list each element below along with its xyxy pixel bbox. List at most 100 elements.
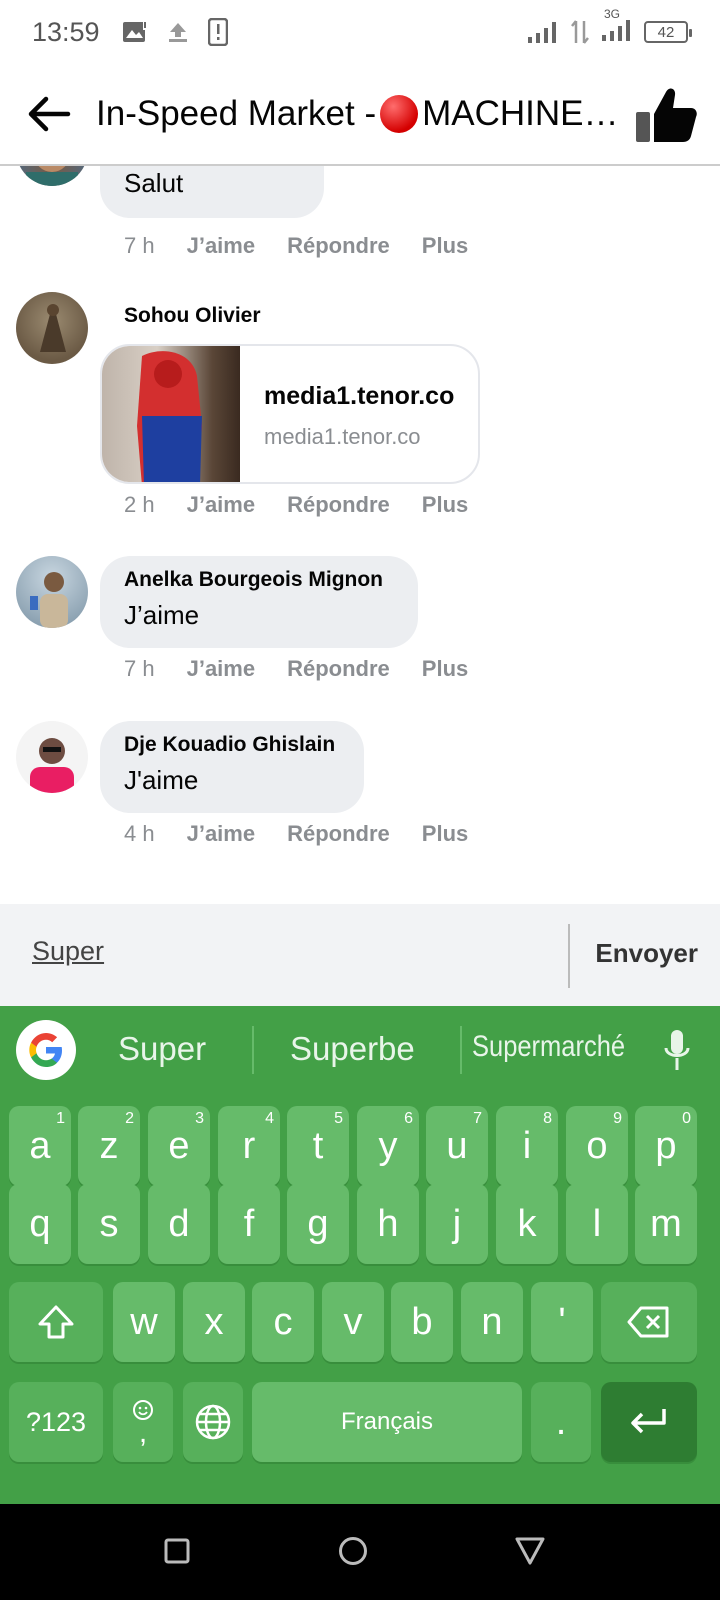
key-o[interactable]: o9 xyxy=(566,1106,628,1186)
comment-text: J'aime xyxy=(124,765,199,795)
key-q[interactable]: q xyxy=(9,1184,71,1264)
comment-input[interactable]: Super xyxy=(32,936,104,967)
comment-actions: 7 h J’aime Répondre Plus xyxy=(124,656,500,682)
key-a[interactable]: a1 xyxy=(9,1106,71,1186)
data-transfer-icon xyxy=(571,20,589,44)
thumbs-up-icon[interactable] xyxy=(636,86,698,144)
back-arrow-icon[interactable] xyxy=(24,89,74,139)
language-key[interactable] xyxy=(183,1382,243,1462)
key-y[interactable]: y6 xyxy=(357,1106,419,1186)
key-u[interactable]: u7 xyxy=(426,1106,488,1186)
status-time: 13:59 xyxy=(32,16,100,47)
home-icon[interactable] xyxy=(338,1536,368,1566)
key-label: z xyxy=(99,1124,119,1167)
avatar-photo-icon xyxy=(40,304,66,352)
symbols-key[interactable]: ?123 xyxy=(9,1382,103,1462)
key-label: j xyxy=(452,1202,462,1245)
key-x[interactable]: x xyxy=(183,1282,245,1362)
comment-actions: 7 h J’aime Répondre Plus xyxy=(124,233,500,259)
key-number-hint: 7 xyxy=(473,1110,482,1127)
key-m[interactable]: m xyxy=(635,1184,697,1264)
gif-thumbnail-icon xyxy=(137,351,202,482)
reply-link[interactable]: Répondre xyxy=(287,492,390,518)
shift-key[interactable] xyxy=(9,1282,103,1362)
like-link[interactable]: J’aime xyxy=(187,656,256,682)
period-key[interactable]: . xyxy=(531,1382,591,1462)
key-g[interactable]: g xyxy=(287,1184,349,1264)
avatar[interactable] xyxy=(16,556,88,628)
reply-link[interactable]: Répondre xyxy=(287,656,390,682)
emoji-comma-key[interactable]: , xyxy=(113,1382,173,1462)
comment-author[interactable]: Sohou Olivier xyxy=(124,304,261,328)
key-k[interactable]: k xyxy=(496,1184,558,1264)
key-h[interactable]: h xyxy=(357,1184,419,1264)
key-b[interactable]: b xyxy=(391,1282,453,1362)
enter-icon xyxy=(631,1409,666,1434)
suggestion-2[interactable]: Superbe xyxy=(290,1030,415,1068)
like-link[interactable]: J’aime xyxy=(187,821,256,847)
suggestion-strip: Super Superbe Supermarché xyxy=(0,1006,720,1098)
key-l[interactable]: l xyxy=(566,1184,628,1264)
key-label: o xyxy=(586,1124,608,1167)
key-p[interactable]: p0 xyxy=(635,1106,697,1186)
key-f[interactable]: f xyxy=(218,1184,280,1264)
key-s[interactable]: s xyxy=(78,1184,140,1264)
reply-link[interactable]: Répondre xyxy=(287,233,390,259)
microphone-icon[interactable] xyxy=(664,1028,690,1074)
status-bar: 13:59 3G 42 xyxy=(0,0,720,64)
comment-bubble: Dje Kouadio Ghislain J'aime xyxy=(100,721,364,813)
google-icon[interactable] xyxy=(16,1020,76,1080)
comment-author[interactable]: Dje Kouadio Ghislain xyxy=(124,733,340,757)
avatar[interactable] xyxy=(16,166,88,186)
key-z[interactable]: z2 xyxy=(78,1106,140,1186)
comment-actions: 4 h J’aime Répondre Plus xyxy=(124,821,500,847)
comment-author[interactable]: Anelka Bourgeois Mignon xyxy=(124,568,394,592)
space-key[interactable]: Français xyxy=(252,1382,522,1462)
more-link[interactable]: Plus xyxy=(422,656,468,682)
key-label: b xyxy=(411,1300,433,1343)
more-link[interactable]: Plus xyxy=(422,821,468,847)
key-c[interactable]: c xyxy=(252,1282,314,1362)
reply-link[interactable]: Répondre xyxy=(287,821,390,847)
back-icon[interactable] xyxy=(514,1536,546,1566)
key-r[interactable]: r4 xyxy=(218,1106,280,1186)
key-d[interactable]: d xyxy=(148,1184,210,1264)
like-link[interactable]: J’aime xyxy=(187,492,256,518)
page-title-prefix: In-Speed Market - xyxy=(96,94,377,133)
key-number-hint: 4 xyxy=(265,1110,274,1127)
key-v[interactable]: v xyxy=(322,1282,384,1362)
link-thumbnail xyxy=(102,346,240,482)
more-link[interactable]: Plus xyxy=(422,492,468,518)
app-header: In-Speed Market - MACHINE… xyxy=(0,64,720,166)
network-type: 3G xyxy=(604,6,621,21)
more-link[interactable]: Plus xyxy=(422,233,468,259)
send-button[interactable]: Envoyer xyxy=(595,938,698,969)
key-label: e xyxy=(168,1124,190,1167)
key-n[interactable]: n xyxy=(461,1282,523,1362)
suggestion-1[interactable]: Super xyxy=(118,1030,206,1068)
backspace-key[interactable] xyxy=(601,1282,697,1362)
like-link[interactable]: J’aime xyxy=(187,233,256,259)
key-j[interactable]: j xyxy=(426,1184,488,1264)
enter-key[interactable] xyxy=(601,1382,697,1462)
key-w[interactable]: w xyxy=(113,1282,175,1362)
key-label: r xyxy=(242,1124,256,1167)
key-e[interactable]: e3 xyxy=(148,1106,210,1186)
avatar-photo-icon xyxy=(30,738,74,793)
key-apostrophe[interactable]: ' xyxy=(531,1282,593,1362)
key-t[interactable]: t5 xyxy=(287,1106,349,1186)
key-label: u xyxy=(446,1124,468,1167)
link-domain: media1.tenor.co xyxy=(264,424,421,449)
key-i[interactable]: i8 xyxy=(496,1106,558,1186)
comment-bubble: Anelka Bourgeois Mignon J’aime xyxy=(100,556,418,648)
globe-icon xyxy=(195,1404,231,1440)
comment-composer: Super Envoyer xyxy=(0,904,720,1006)
avatar[interactable] xyxy=(16,721,88,793)
suggestion-3[interactable]: Supermarché xyxy=(472,1030,625,1064)
link-preview-card[interactable]: media1.tenor.co media1.tenor.co xyxy=(100,344,480,484)
signal-3g-icon xyxy=(602,19,630,41)
recents-icon[interactable] xyxy=(164,1538,190,1564)
avatar[interactable] xyxy=(16,292,88,364)
page-title-suffix: MACHINE… xyxy=(422,94,616,133)
comment-time: 7 h xyxy=(124,233,155,258)
